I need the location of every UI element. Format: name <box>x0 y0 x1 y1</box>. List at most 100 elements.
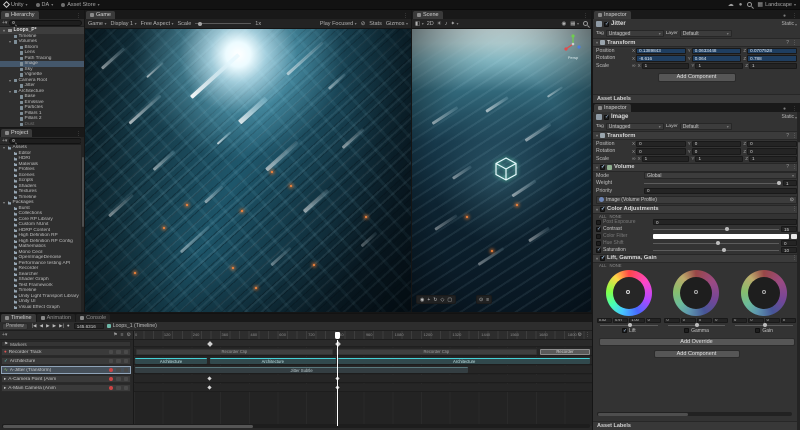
kebab-menu-icon[interactable]: ⋮ <box>73 13 84 19</box>
tab-inspector[interactable]: Inspector <box>594 11 631 19</box>
transform-header[interactable]: ▾ Transform ?⋮ <box>593 38 800 47</box>
rotation-y-field[interactable]: 0.064 <box>692 55 742 62</box>
rotation-y-field[interactable]: 0 <box>692 148 742 155</box>
play-focused-dropdown[interactable]: Play Focused▾ <box>320 21 357 27</box>
project-scrollbar[interactable] <box>81 137 84 312</box>
track-header-camera-point[interactable]: ▸ A-Camera Point (Anim <box>1 375 131 383</box>
layer-dropdown[interactable]: Default▾ <box>680 30 732 37</box>
gamma-checkbox[interactable] <box>684 328 689 333</box>
none-button[interactable]: NONE <box>609 263 621 268</box>
rotate-tool-icon[interactable]: ↻ <box>433 297 437 303</box>
gain-x-field[interactable]: 0 <box>732 318 747 323</box>
add-track-button[interactable]: +▾ <box>2 332 7 338</box>
hue-shift-slider[interactable] <box>653 243 779 244</box>
gameobject-name[interactable]: Jitter <box>611 21 626 27</box>
add-override-button[interactable]: Add Override <box>599 338 795 346</box>
scale-y-field[interactable]: 1 <box>695 63 743 70</box>
help-icon[interactable]: ? <box>786 133 789 139</box>
asset-labels-header[interactable]: Asset Labels <box>593 421 800 430</box>
kebab-menu-icon[interactable]: ⋮ <box>585 332 590 338</box>
expand-arrow[interactable]: ▾ <box>8 39 12 44</box>
effects-dropdown[interactable]: ✦▾ <box>450 21 458 27</box>
display-mode-dropdown[interactable]: Game▾ <box>88 21 107 27</box>
game-viewport[interactable] <box>85 29 411 312</box>
lift-gamma-gain-header[interactable]: ▾ Lift, Gamma, Gain ⋮ <box>593 254 800 263</box>
view-tool-icon[interactable]: ◉ <box>420 297 424 303</box>
active-checkbox[interactable] <box>604 115 609 120</box>
track-record-button[interactable] <box>109 377 114 382</box>
position-z-field[interactable]: 0 <box>747 141 797 148</box>
settings-gear-icon[interactable]: ⚙ <box>127 332 131 338</box>
track-lock-button[interactable] <box>116 386 121 391</box>
position-x-field[interactable]: 0.1389843 <box>636 48 686 55</box>
help-icon[interactable]: ? <box>786 164 789 170</box>
2d-toggle[interactable]: 2D <box>427 21 434 27</box>
link-scale-icon[interactable]: ∞ <box>632 63 636 69</box>
expand-arrow[interactable]: ▾ <box>2 200 6 205</box>
gamma-z-field[interactable]: 0 <box>697 318 712 323</box>
recorder-clip[interactable]: Recorder Clip <box>136 349 333 355</box>
saturation-slider[interactable] <box>653 250 779 251</box>
all-button[interactable]: ALL <box>599 214 606 219</box>
kebab-menu-icon[interactable]: ⋮ <box>792 40 797 46</box>
expand-arrow[interactable]: ▾ <box>2 145 6 150</box>
lift-trackball[interactable] <box>606 270 652 316</box>
gamma-w-field[interactable]: 0 <box>713 318 728 323</box>
saturation-field[interactable]: 10 <box>781 247 797 254</box>
tab-project[interactable]: Project <box>1 129 32 137</box>
track-mute-button[interactable] <box>109 350 114 355</box>
activation-clip[interactable]: Architecture <box>135 358 207 364</box>
recorder-lane[interactable]: Recorder ClipRecorder ClipRecorder <box>134 348 592 356</box>
keyframe-diamond[interactable] <box>208 385 212 389</box>
timeline-marker[interactable] <box>207 341 213 347</box>
project-search-input[interactable] <box>9 138 82 144</box>
scene-viewport[interactable]: Persp ◉ + ↻ ◇ ▢ ⊙ ≡ <box>412 29 591 312</box>
asset-store-menu[interactable]: Asset Store ▾ <box>61 2 99 8</box>
recorder-clip[interactable]: Recorder <box>540 349 590 355</box>
rotation-z-field[interactable]: 0.788 <box>747 55 797 62</box>
track-options-button[interactable] <box>124 377 129 382</box>
tab-inspector[interactable]: Inspector <box>594 104 631 112</box>
track-lock-button[interactable] <box>116 377 121 382</box>
marker-toggle-icon[interactable]: ⚑ <box>113 332 117 338</box>
color-adjustments-header[interactable]: ▾ Color Adjustments ⋮ <box>593 205 800 214</box>
gain-z-field[interactable]: 0 <box>765 318 780 323</box>
lock-icon[interactable]: ● <box>780 13 789 19</box>
visibility-icon[interactable]: ◉ <box>561 21 566 27</box>
add-component-button[interactable]: Add Component <box>654 350 740 358</box>
position-x-field[interactable]: 0 <box>636 141 686 148</box>
lock-icon[interactable]: ● <box>780 106 789 112</box>
markers-lane[interactable] <box>134 340 592 347</box>
tab-animation[interactable]: Animation <box>37 314 75 322</box>
hierarchy-item[interactable]: Dust <box>0 122 84 128</box>
rotation-x-field[interactable]: -8.616 <box>636 55 686 62</box>
track-header-main-camera[interactable]: ▸ A-Main Camera (Anim <box>1 384 131 392</box>
static-dropdown[interactable]: Static▾ <box>781 114 797 120</box>
track-mute-button[interactable] <box>109 359 114 364</box>
scale-y-field[interactable]: 1 <box>695 156 743 163</box>
track-header-architecture[interactable]: ✓ Architecture <box>1 357 131 365</box>
expand-arrow[interactable]: ▾ <box>8 89 12 94</box>
da-menu[interactable]: DA ▾ <box>36 2 54 8</box>
track-lock-button[interactable] <box>116 368 121 373</box>
track-options-button[interactable] <box>124 386 129 391</box>
component-checkbox[interactable] <box>600 165 605 170</box>
transport-button[interactable]: ▶| <box>58 323 65 329</box>
foldout-arrow[interactable]: ▾ <box>596 165 598 170</box>
priority-field[interactable]: 0 <box>644 188 797 195</box>
scale-x-field[interactable]: 1 <box>642 156 690 163</box>
persp-label[interactable]: Persp <box>561 55 585 60</box>
gameobject-name[interactable]: Image <box>611 114 628 120</box>
override-checkbox[interactable] <box>596 220 601 225</box>
shading-mode-dropdown[interactable]: ◧▾ <box>415 21 424 27</box>
grid-dropdown[interactable]: ▦▾ <box>570 21 579 27</box>
track-options-button[interactable] <box>124 368 129 373</box>
architecture-lane[interactable]: ArchitectureArchitectureArchitecture <box>134 357 592 365</box>
keyframe-diamond[interactable] <box>208 376 212 380</box>
aspect-dropdown[interactable]: Free Aspect▾ <box>141 21 174 27</box>
tag-dropdown[interactable]: Untagged▾ <box>606 123 664 130</box>
markers-track-header[interactable]: ⚑ Markers <box>1 341 131 347</box>
settings-gear-icon[interactable]: ⚙ <box>578 332 582 338</box>
layer-dropdown[interactable]: Default▾ <box>680 123 732 130</box>
lift-x-field[interactable]: 0.02 <box>597 318 612 323</box>
